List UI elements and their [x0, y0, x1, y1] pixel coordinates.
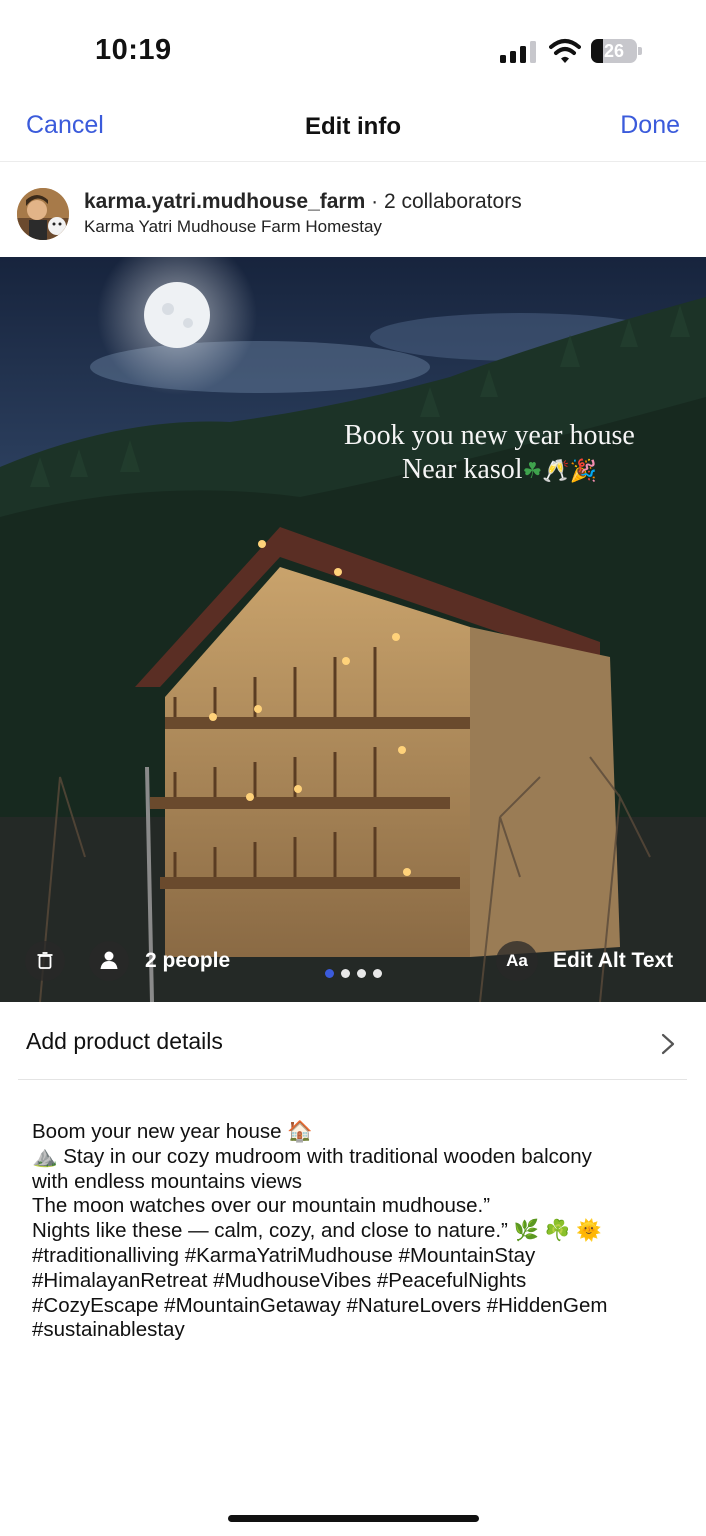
- add-product-details-label: Add product details: [26, 1028, 223, 1054]
- nav-bar: Cancel Edit info Done: [0, 100, 706, 162]
- cellular-signal-icon: [500, 41, 536, 63]
- add-product-details-row[interactable]: Add product details: [0, 1003, 706, 1080]
- carousel-indicator: [0, 969, 706, 978]
- overlay-text-line2: Near kasol☘🥂🎉: [402, 454, 597, 486]
- carousel-dot: [340, 969, 350, 978]
- clinking-glasses-icon: 🥂: [542, 459, 570, 484]
- username[interactable]: karma.yatri.mudhouse_farm: [84, 190, 365, 213]
- caption-line: #traditionalliving #KarmaYatriMudhouse #…: [32, 1243, 536, 1267]
- party-popper-icon: 🎉: [569, 459, 598, 484]
- chevron-right-icon: [661, 1033, 675, 1055]
- caption-line: The moon watches over our mountain mudho…: [32, 1194, 491, 1218]
- carousel-dot: [372, 969, 382, 978]
- caption-line: #HimalayanRetreat #MudhouseVibes #Peacef…: [32, 1268, 527, 1292]
- divider: [18, 1079, 687, 1080]
- wifi-icon: [549, 39, 581, 63]
- status-bar: 10:19 26: [0, 0, 706, 100]
- done-button[interactable]: Done: [620, 111, 680, 140]
- caption-line: Boom your new year house 🏠: [32, 1120, 313, 1143]
- post-author: karma.yatri.mudhouse_farm · 2 collaborat…: [0, 162, 706, 257]
- caption-field[interactable]: Boom your new year house 🏠 ⛰️ Stay in ou…: [32, 1120, 682, 1343]
- avatar[interactable]: [17, 188, 69, 240]
- status-time: 10:19: [95, 34, 172, 66]
- home-indicator[interactable]: [228, 1515, 479, 1522]
- battery-icon: 26: [591, 39, 643, 63]
- caption-line: #sustainablestay: [32, 1318, 185, 1342]
- battery-level: 26: [603, 41, 625, 61]
- caption-line: ⛰️ Stay in our cozy mudroom with traditi…: [32, 1144, 592, 1168]
- location-label[interactable]: Karma Yatri Mudhouse Farm Homestay: [84, 217, 382, 237]
- carousel-dot: [324, 969, 334, 978]
- caption-line: with endless mountains views: [32, 1169, 303, 1193]
- page-title: Edit info: [305, 113, 401, 140]
- clover-icon: ☘: [522, 459, 543, 484]
- overlay-text-line1: Book you new year house: [344, 420, 635, 451]
- post-photo[interactable]: Book you new year house Near kasol☘🥂🎉 2 …: [0, 257, 706, 1002]
- carousel-dot: [356, 969, 366, 978]
- overlay-text-line2-label: Near kasol: [402, 454, 523, 485]
- collaborators-label[interactable]: · 2 collaborators: [371, 190, 522, 213]
- caption-line: Nights like these — calm, cozy, and clos…: [32, 1219, 602, 1243]
- caption-line: #CozyEscape #MountainGetaway #NatureLove…: [32, 1293, 608, 1317]
- author-line: karma.yatri.mudhouse_farm · 2 collaborat…: [84, 190, 522, 214]
- photo-scene: [0, 257, 706, 1002]
